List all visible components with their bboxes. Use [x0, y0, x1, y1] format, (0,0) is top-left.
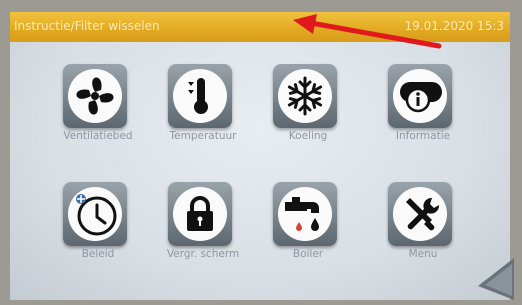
menu-label: Menu [408, 248, 438, 260]
faucet-icon [273, 182, 337, 246]
menu-tile-ventilation[interactable]: Ventilatiebed [53, 64, 143, 164]
touch-screen: Instructie/Filter wisselen 19.01.2020 15… [10, 12, 510, 300]
annotation-arrow-icon [293, 14, 442, 49]
menu-tile-lock-screen[interactable]: Vergr. scherm [158, 182, 248, 282]
menu-tile-cooling[interactable]: Koeling [263, 64, 353, 164]
menu-tile-information[interactable]: Informatie [378, 64, 468, 164]
fan-icon [63, 64, 127, 128]
clock-icon [63, 182, 127, 246]
menu-label: Beleid [81, 248, 115, 260]
menu-grid: Ventilatiebed Temperatuur Koeling Inform… [10, 12, 510, 300]
thermometer-icon [168, 64, 232, 128]
menu-label: Boiler [292, 248, 324, 260]
menu-label: Informatie [395, 130, 451, 142]
menu-tile-menu[interactable]: Menu [378, 182, 468, 282]
info-icon [388, 64, 452, 128]
tools-icon [388, 182, 452, 246]
menu-tile-policy[interactable]: Beleid [53, 182, 143, 282]
snowflake-icon [273, 64, 337, 128]
padlock-icon [168, 182, 232, 246]
menu-label: Temperatuur [169, 130, 237, 142]
menu-label: Vergr. scherm [166, 248, 240, 260]
menu-label: Koeling [288, 130, 328, 142]
menu-tile-boiler[interactable]: Boiler [263, 182, 353, 282]
menu-label: Ventilatiebed [63, 130, 133, 142]
back-arrow-icon[interactable] [476, 256, 516, 302]
menu-tile-temperature[interactable]: Temperatuur [158, 64, 248, 164]
